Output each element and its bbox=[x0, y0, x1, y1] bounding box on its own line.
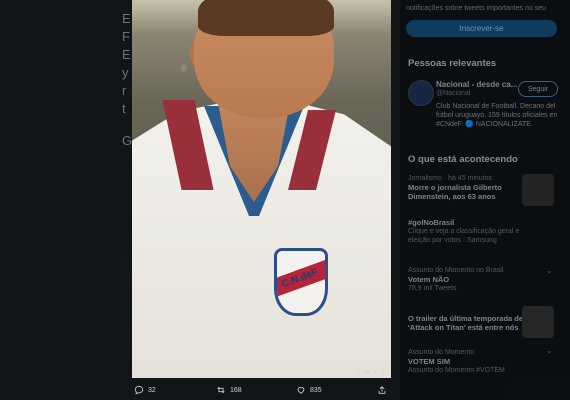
reply-button[interactable]: 32 bbox=[134, 385, 156, 395]
heart-icon bbox=[297, 387, 305, 394]
share-icon bbox=[378, 386, 386, 394]
media-action-bar: 32 168 835 bbox=[132, 380, 391, 400]
club-badge: C.N.deF bbox=[274, 248, 328, 316]
like-count: 835 bbox=[310, 386, 322, 394]
share-button[interactable] bbox=[377, 385, 387, 395]
reply-count: 32 bbox=[148, 386, 156, 394]
reply-icon bbox=[134, 385, 144, 395]
retweet-icon bbox=[217, 386, 225, 394]
media-image: C.N.deF C H Y F bbox=[132, 0, 391, 378]
retweet-count: 168 bbox=[230, 386, 242, 394]
hair bbox=[198, 0, 334, 36]
retweet-button[interactable]: 168 bbox=[216, 385, 242, 395]
like-button[interactable]: 835 bbox=[296, 385, 322, 395]
watermark: C H Y F bbox=[355, 369, 387, 376]
